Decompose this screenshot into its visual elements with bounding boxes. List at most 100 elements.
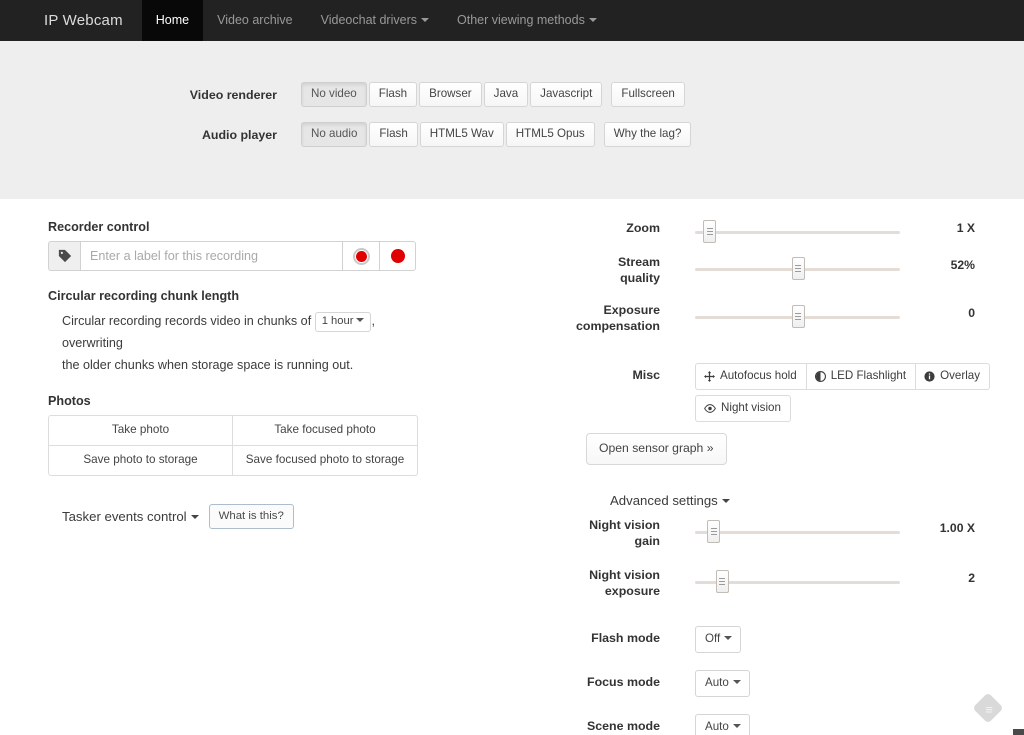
- video-renderer-option-browser[interactable]: Browser: [419, 82, 482, 107]
- night-vision-gain-slider[interactable]: [695, 520, 900, 543]
- focus-mode-value: Auto: [705, 676, 729, 689]
- audio-player-why-the-lag-link[interactable]: Why the lag?: [603, 122, 692, 147]
- night-vision-gain-label: Night vision gain: [589, 518, 660, 548]
- recording-label-input[interactable]: [80, 241, 342, 271]
- night-vision-button[interactable]: Night vision: [695, 395, 791, 422]
- slider-row-night-vision-gain: Night vision gain 1.00 X: [520, 518, 1010, 570]
- brand-logo[interactable]: IP Webcam: [0, 0, 142, 41]
- advanced-settings-label: Advanced settings: [610, 493, 718, 508]
- night-vision-exposure-label: Night vision exposure: [589, 568, 660, 598]
- chunk-text-line2: the older chunks when storage space is r…: [62, 358, 354, 372]
- nav-item-other-viewing-methods-label: Other viewing methods: [457, 13, 585, 27]
- zoom-value: 1 X: [956, 221, 975, 235]
- navbar: IP Webcam Home Video archive Videochat d…: [0, 0, 1024, 41]
- chevron-down-icon: [190, 515, 199, 519]
- video-renderer-option-javascript[interactable]: Javascript: [530, 82, 603, 107]
- hero-panel: Video renderer No video Flash Browser Ja…: [0, 41, 1024, 199]
- exposure-compensation-slider-handle[interactable]: [791, 305, 805, 328]
- save-focused-photo-to-storage-button[interactable]: Save focused photo to storage: [233, 446, 418, 476]
- overlay-button[interactable]: Overlay: [916, 363, 991, 390]
- chunk-length-select-value: 1 hour: [321, 315, 354, 327]
- flash-mode-select[interactable]: Off: [695, 626, 742, 653]
- led-flashlight-label: LED Flashlight: [830, 369, 907, 382]
- night-vision-gain-slider-handle[interactable]: [707, 520, 721, 543]
- chevron-down-icon: [721, 499, 730, 503]
- night-vision-exposure-value: 2: [968, 571, 975, 585]
- misc-row: Misc Autofocus hold LED Flashlight Overl…: [520, 363, 1010, 422]
- audio-player-option-flash[interactable]: Flash: [369, 122, 418, 147]
- tag-icon: [48, 241, 80, 271]
- chevron-down-icon: [588, 18, 597, 22]
- focus-mode-label: Focus mode: [587, 675, 660, 689]
- stream-quality-slider[interactable]: [695, 257, 900, 280]
- tasker-events-row: Tasker events control What is this?: [62, 504, 428, 529]
- focus-mode-select[interactable]: Auto: [695, 670, 750, 697]
- scene-mode-select[interactable]: Auto: [695, 714, 750, 735]
- eye-icon: [704, 403, 716, 414]
- scrollbar-nub[interactable]: [1013, 729, 1024, 735]
- sel-row-scene-mode: Scene mode Auto: [520, 714, 1010, 735]
- video-renderer-option-flash[interactable]: Flash: [368, 82, 418, 107]
- slider-row-zoom: Zoom 1 X: [520, 220, 1010, 257]
- record-ring-icon: [352, 247, 370, 265]
- take-focused-photo-button[interactable]: Take focused photo: [233, 415, 418, 446]
- zoom-slider[interactable]: [695, 220, 900, 243]
- chunk-length-title: Circular recording chunk length: [48, 289, 240, 303]
- chevron-down-icon: [724, 636, 733, 640]
- nav-item-home-label: Home: [155, 13, 190, 27]
- video-renderer-label: Video renderer: [189, 88, 277, 102]
- tasker-events-control-dropdown[interactable]: Tasker events control: [62, 509, 199, 524]
- slider-row-night-vision-exposure: Night vision exposure 2: [520, 568, 1010, 626]
- video-renderer-option-no-video[interactable]: No video: [301, 82, 367, 107]
- exposure-compensation-slider[interactable]: [695, 305, 900, 328]
- sel-row-flash-mode: Flash mode Off: [520, 626, 1010, 670]
- chunk-text-before: Circular recording records video in chun…: [62, 314, 312, 328]
- chevron-down-icon: [732, 680, 741, 684]
- video-renderer-option-java[interactable]: Java: [483, 82, 529, 107]
- audio-player-option-no-audio[interactable]: No audio: [301, 122, 368, 147]
- save-photo-to-storage-button[interactable]: Save photo to storage: [48, 446, 233, 476]
- misc-line-1: Autofocus hold LED Flashlight Overlay: [695, 363, 995, 390]
- zoom-slider-track: [695, 231, 900, 234]
- nav-item-videochat-drivers[interactable]: Videochat drivers: [307, 0, 443, 41]
- autofocus-hold-label: Autofocus hold: [720, 369, 797, 382]
- nav-item-other-viewing-methods[interactable]: Other viewing methods: [443, 0, 611, 41]
- advanced-settings-toggle[interactable]: Advanced settings: [610, 493, 1010, 508]
- audio-player-label: Audio player: [201, 128, 277, 142]
- open-sensor-graph-button[interactable]: Open sensor graph »: [586, 433, 727, 465]
- chunk-length-select[interactable]: 1 hour: [314, 312, 372, 332]
- audio-player-option-html5-opus[interactable]: HTML5 Opus: [505, 122, 595, 147]
- record-circular-button[interactable]: [342, 241, 379, 271]
- take-photo-button[interactable]: Take photo: [48, 415, 233, 446]
- photos-button-grid: Take photo Take focused photo Save photo…: [48, 415, 418, 476]
- night-vision-gain-value: 1.00 X: [939, 521, 975, 535]
- misc-label: Misc: [632, 368, 660, 382]
- stream-quality-value: 52%: [950, 258, 975, 272]
- right-column: Zoom 1 X Stream quality 52% Exposure compe…: [520, 220, 1010, 735]
- autofocus-hold-button[interactable]: Autofocus hold: [695, 363, 807, 390]
- zoom-label: Zoom: [626, 221, 660, 235]
- nav-item-video-archive[interactable]: Video archive: [203, 0, 307, 41]
- flash-mode-value: Off: [705, 632, 721, 645]
- zoom-slider-handle[interactable]: [703, 220, 717, 243]
- move-icon: [704, 370, 715, 382]
- night-vision-exposure-slider[interactable]: [695, 570, 900, 593]
- audio-player-row: Audio player No audio Flash HTML5 Wav HT…: [127, 122, 692, 147]
- record-button[interactable]: [379, 241, 416, 271]
- scene-mode-label: Scene mode: [587, 719, 660, 733]
- photos-title: Photos: [48, 394, 91, 408]
- sel-row-focus-mode: Focus mode Auto: [520, 670, 1010, 714]
- audio-player-option-html5-wav[interactable]: HTML5 Wav: [419, 122, 504, 147]
- tasker-events-control-label: Tasker events control: [62, 509, 187, 524]
- led-flashlight-button[interactable]: LED Flashlight: [806, 363, 917, 390]
- overlay-label: Overlay: [940, 369, 981, 382]
- night-vision-exposure-slider-handle[interactable]: [715, 570, 729, 593]
- scene-mode-value: Auto: [705, 720, 729, 733]
- stream-quality-label: Stream quality: [617, 255, 660, 285]
- video-renderer-option-fullscreen[interactable]: Fullscreen: [611, 82, 685, 107]
- feedback-diamond-icon[interactable]: ≡: [972, 692, 1004, 724]
- nav-item-home[interactable]: Home: [141, 0, 204, 41]
- what-is-this-button[interactable]: What is this?: [208, 504, 294, 529]
- stream-quality-slider-handle[interactable]: [791, 257, 805, 280]
- video-renderer-row: Video renderer No video Flash Browser Ja…: [127, 82, 685, 107]
